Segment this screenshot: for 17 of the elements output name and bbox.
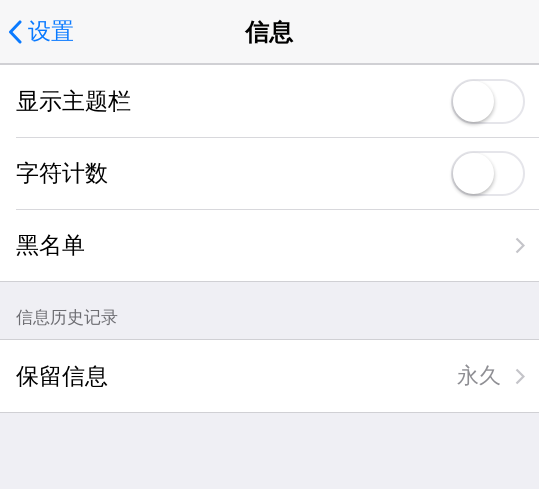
settings-row[interactable]: 保留信息 永久 <box>0 340 539 412</box>
toggle-switch[interactable] <box>451 78 525 124</box>
settings-row[interactable]: 黑名单 <box>0 209 539 281</box>
back-button[interactable]: 设置 <box>0 16 74 47</box>
toggle-switch[interactable] <box>451 150 525 196</box>
row-label: 保留信息 <box>16 362 109 392</box>
chevron-icon <box>515 368 525 384</box>
chevron-icon <box>515 236 525 254</box>
section-header: 信息历史记录 <box>15 307 119 330</box>
row-label: 显示主题栏 <box>16 88 132 116</box>
row-value: 永久 <box>457 363 501 391</box>
settings-row[interactable]: 字符计数 <box>0 137 539 209</box>
row-label: 字符计数 <box>16 160 109 188</box>
settings-row[interactable]: 显示主题栏 <box>0 65 539 137</box>
row-label: 黑名单 <box>16 232 86 260</box>
back-chevron-icon <box>8 20 22 44</box>
nav-title: 信息 <box>246 16 294 48</box>
